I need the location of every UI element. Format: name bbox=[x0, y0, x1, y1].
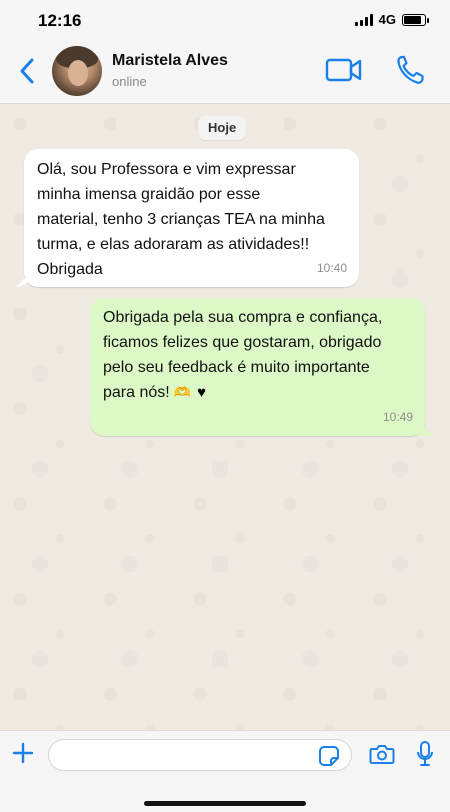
chat-area[interactable]: Hoje Olá, sou Professora e vim expressar… bbox=[0, 104, 450, 730]
heart-hands-emoji: 🫶 bbox=[173, 384, 192, 400]
message-text: Olá, sou Professora e vim expressar minh… bbox=[37, 161, 325, 278]
contact-status: online bbox=[112, 74, 147, 89]
sticker-button[interactable] bbox=[318, 745, 340, 767]
status-bar: 12:16 4G bbox=[0, 0, 450, 42]
network-type: 4G bbox=[378, 12, 396, 27]
sticker-icon bbox=[319, 746, 339, 766]
signal-icon bbox=[354, 13, 373, 26]
message-time: 10:40 bbox=[316, 261, 347, 275]
video-call-icon bbox=[325, 58, 362, 82]
contact-avatar[interactable] bbox=[52, 46, 102, 96]
camera-button[interactable] bbox=[369, 743, 395, 765]
video-call-button[interactable] bbox=[325, 56, 363, 84]
battery-icon bbox=[402, 13, 429, 26]
outgoing-message[interactable]: Obrigada pela sua compra e confiança, fi… bbox=[90, 298, 425, 436]
contact-name[interactable]: Maristela Alves bbox=[112, 52, 228, 70]
phone-call-button[interactable] bbox=[395, 54, 425, 86]
plus-icon bbox=[12, 742, 34, 764]
back-button[interactable] bbox=[16, 56, 38, 86]
incoming-message[interactable]: Olá, sou Professora e vim expressar minh… bbox=[24, 149, 359, 287]
battery-level bbox=[404, 15, 421, 24]
status-time: 12:16 bbox=[38, 11, 82, 30]
phone-call-icon bbox=[397, 55, 424, 84]
message-text-body: Obrigada pela sua compra e confiança, fi… bbox=[103, 309, 383, 401]
chat-header: Maristela Alves online bbox=[0, 42, 450, 104]
black-heart-emoji: ♥ bbox=[197, 384, 207, 401]
camera-icon bbox=[369, 745, 395, 764]
attach-button[interactable] bbox=[12, 742, 34, 764]
microphone-icon bbox=[417, 741, 433, 766]
message-text: Obrigada pela sua compra e confiança, fi… bbox=[103, 305, 413, 405]
microphone-button[interactable] bbox=[416, 740, 434, 768]
message-input[interactable] bbox=[48, 739, 352, 771]
date-separator: Hoje bbox=[198, 116, 247, 140]
status-indicators: 4G bbox=[354, 12, 429, 27]
home-indicator[interactable] bbox=[144, 801, 306, 806]
composer-bar bbox=[0, 730, 450, 812]
back-chevron-icon bbox=[20, 58, 34, 84]
message-time: 10:49 bbox=[382, 410, 413, 424]
